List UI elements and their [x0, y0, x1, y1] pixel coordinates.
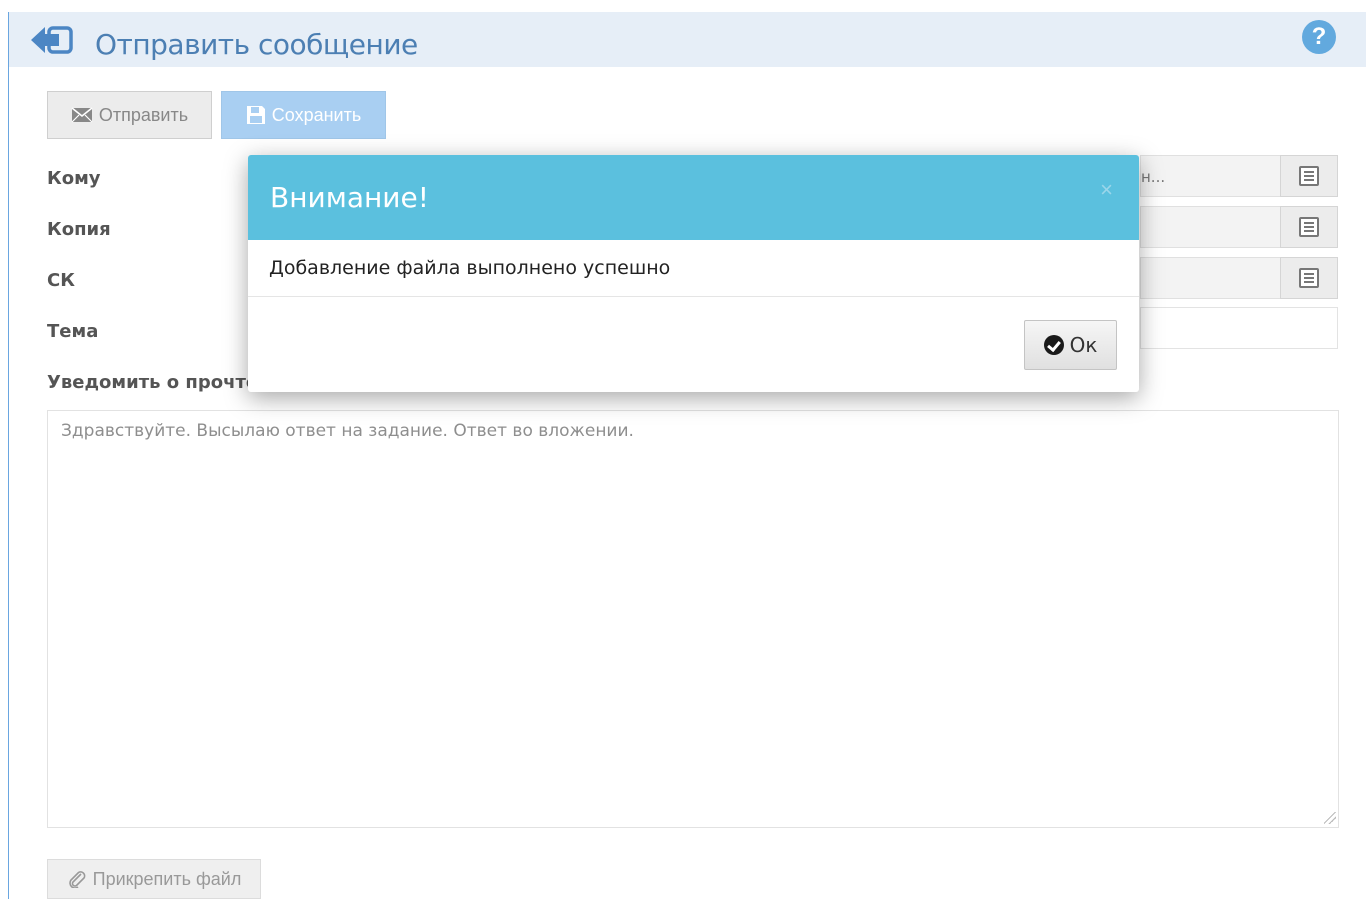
help-icon[interactable]: ? [1302, 20, 1336, 54]
to-field[interactable]: н... [1140, 155, 1280, 197]
dialog-title: Внимание! [270, 181, 429, 214]
attach-file-button[interactable]: Прикрепить файл [47, 859, 261, 899]
list-icon [1299, 268, 1319, 288]
floppy-disk-icon [246, 106, 265, 124]
ok-button-label: Ок [1069, 333, 1098, 357]
save-button-label: Сохранить [271, 104, 362, 125]
cc-address-book-button[interactable] [1280, 206, 1338, 248]
send-button[interactable]: Отправить [47, 91, 212, 139]
page-title: Отправить сообщение [95, 28, 418, 61]
message-body-textarea[interactable]: Здравствуйте. Высылаю ответ на задание. … [47, 410, 1339, 828]
page-header: Отправить сообщение ? [9, 12, 1366, 67]
to-label: Кому [47, 168, 101, 189]
ok-button[interactable]: Ок [1024, 320, 1117, 370]
close-icon[interactable]: × [1100, 177, 1113, 203]
notify-read-label: Уведомить о прочтен [47, 372, 271, 393]
to-address-book-button[interactable] [1280, 155, 1338, 197]
dialog-header: Внимание! × [248, 155, 1139, 240]
send-button-label: Отправить [98, 104, 189, 125]
dialog-message: Добавление файла выполнено успешно [248, 240, 1139, 297]
bcc-address-book-button[interactable] [1280, 257, 1338, 299]
bcc-field[interactable] [1140, 257, 1280, 299]
cc-field[interactable] [1140, 206, 1280, 248]
save-button[interactable]: Сохранить [221, 91, 386, 139]
attach-file-label: Прикрепить файл [92, 868, 242, 889]
back-arrow-icon[interactable] [29, 24, 75, 56]
subject-label: Тема [47, 321, 99, 342]
list-icon [1299, 217, 1319, 237]
list-icon [1299, 166, 1319, 186]
envelope-icon [71, 107, 93, 123]
cc-label: Копия [47, 219, 111, 240]
subject-input[interactable] [1140, 307, 1338, 349]
check-circle-icon [1043, 335, 1064, 355]
paperclip-icon [68, 871, 85, 888]
resize-handle-icon[interactable] [1324, 812, 1336, 824]
bcc-label: СК [47, 270, 75, 291]
alert-dialog: Внимание! × Добавление файла выполнено у… [248, 155, 1139, 392]
